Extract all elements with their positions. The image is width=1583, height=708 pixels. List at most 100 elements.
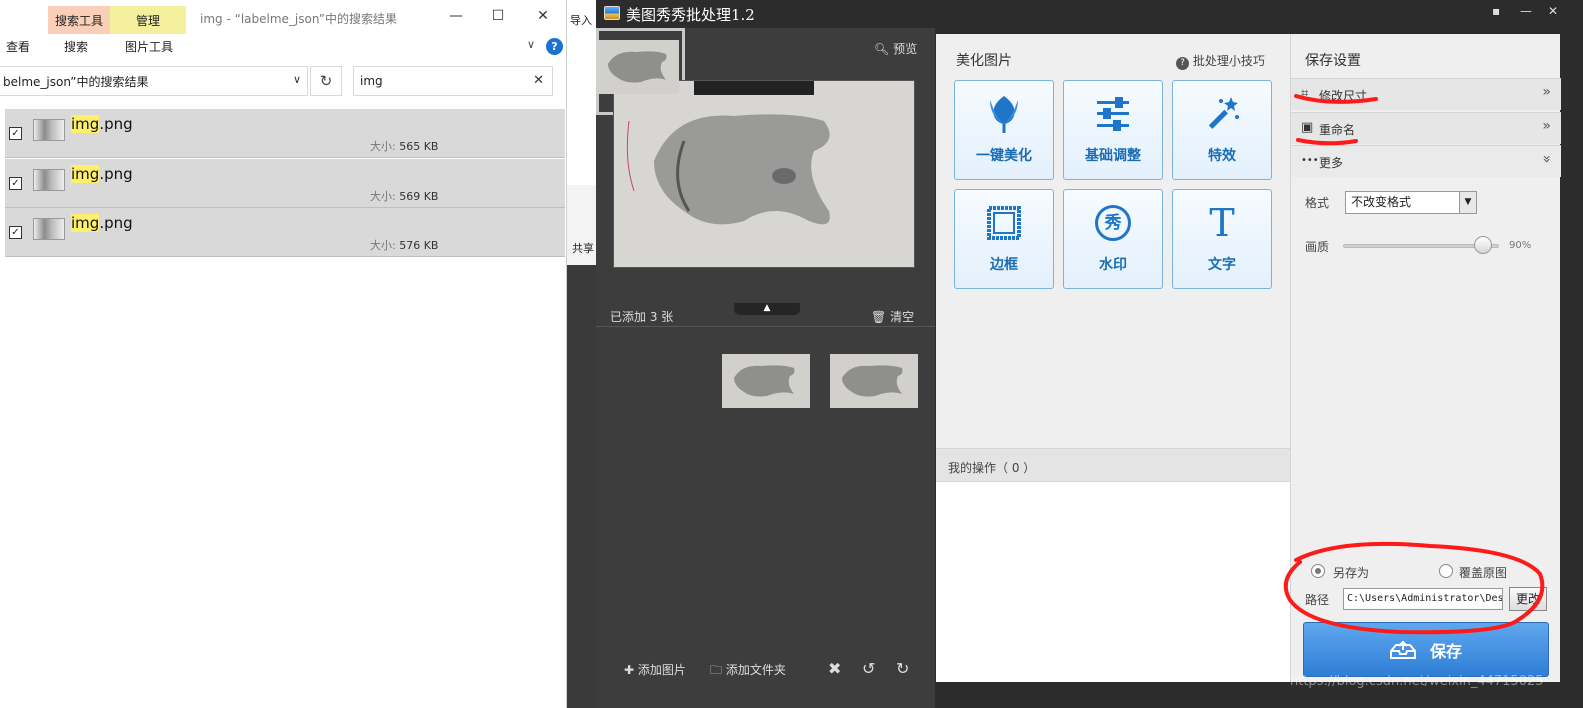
close-icon[interactable]: ✕ (533, 6, 553, 26)
add-folder-button[interactable]: 🗀︎ 添加文件夹 (710, 661, 786, 682)
preview-button[interactable]: 🔍︎ 预览 (874, 40, 917, 57)
crop-icon: ⌗ (1301, 86, 1309, 101)
clear-button[interactable]: 🗑︎ 清空 (871, 308, 914, 325)
path-label: 路径 (1305, 593, 1330, 607)
image-list-panel: 🔍︎ 预览 ▲ 已添加 3 张 🗑︎ 清空 ✚ 添加图片 🗀︎ 添加文件夹 ✖ … (596, 28, 935, 708)
collapse-arrow-icon: » (1538, 154, 1555, 164)
strip-divider (596, 326, 935, 327)
refresh-button[interactable]: ↻ (310, 66, 342, 96)
file-row[interactable]: ✓ img.png 大小: 565 KB (5, 109, 565, 158)
save-as-radio[interactable] (1311, 564, 1325, 578)
file-checkbox[interactable]: ✓ (9, 226, 22, 239)
text-icon: T (1209, 201, 1235, 245)
save-as-label: 另存为 (1333, 566, 1370, 580)
quality-slider-handle[interactable] (1474, 236, 1493, 254)
tool-label: 文字 (1208, 257, 1236, 273)
magic-wand-icon (1173, 93, 1271, 135)
feedback-icon[interactable]: ▪ (1492, 4, 1500, 18)
tool-one-click-beautify[interactable]: 一键美化 (954, 80, 1054, 180)
section-resize[interactable]: ⌗ 修改尺寸 » (1291, 78, 1561, 110)
ribbon-expand-chevron-icon[interactable]: ∨ (527, 38, 535, 51)
beautify-title: 美化图片 (956, 53, 1012, 69)
file-thumbnail (33, 119, 65, 141)
file-name: img.png (71, 115, 133, 133)
file-name: img.png (71, 165, 133, 183)
sliders-icon (1064, 93, 1162, 135)
address-dropdown-icon[interactable]: ∨ (293, 73, 301, 86)
image-thumbnail[interactable] (722, 354, 810, 408)
maximize-icon[interactable]: ☐ (488, 6, 508, 26)
path-input[interactable]: C:\Users\Administrator\Des (1343, 588, 1503, 610)
file-size: 大小: 569 KB (370, 190, 439, 203)
address-bar[interactable]: belme_json”中的搜索结果 ∨ (0, 66, 308, 96)
frame-icon (955, 202, 1053, 244)
tool-watermark[interactable]: 秀 水印 (1063, 189, 1163, 289)
search-input[interactable]: img ✕ (353, 66, 553, 96)
dropdown-arrow-icon: ▼ (1459, 192, 1476, 213)
section-more[interactable]: ••• 更多 » (1291, 145, 1561, 177)
save-tray-icon (1389, 640, 1416, 659)
collapse-strip-toggle[interactable]: ▲ (734, 303, 800, 315)
save-button[interactable]: 保存 (1303, 622, 1549, 677)
clear-search-icon[interactable]: ✕ (533, 67, 544, 95)
add-image-button[interactable]: ✚ 添加图片 (624, 661, 686, 678)
window-title: img - “labelme_json”中的搜索结果 (200, 12, 398, 26)
rotate-right-icon[interactable]: ↻ (896, 659, 909, 678)
file-checkbox[interactable]: ✓ (9, 177, 22, 190)
question-icon: ? (1176, 57, 1189, 70)
explorer-window: 搜索工具 管理 查看 搜索 图片工具 img - “labelme_json”中… (0, 0, 567, 708)
tool-basic-adjust[interactable]: 基础调整 (1063, 80, 1163, 180)
bottom-toolbar: ✚ 添加图片 🗀︎ 添加文件夹 ✖ ↺ ↻ (596, 646, 935, 692)
my-operations-header: 我的操作（ 0 ） (936, 448, 1290, 482)
trash-icon: 🗑︎ (871, 310, 887, 324)
rotate-left-icon[interactable]: ↺ (862, 659, 875, 678)
minimize-icon[interactable]: — (446, 6, 466, 26)
file-row[interactable]: ✓ img.png 大小: 569 KB (5, 159, 565, 208)
my-operations-label: 我的操作（ 0 ） (948, 461, 1036, 475)
preview-image (613, 80, 915, 268)
tool-label: 基础调整 (1085, 148, 1141, 164)
address-text: belme_json”中的搜索结果 (3, 74, 149, 89)
save-settings-panel: 保存设置 ⌗ 修改尺寸 » ▣ 重命名 » ••• 更多 » 格式 不改变格式 … (1290, 34, 1561, 682)
file-checkbox[interactable]: ✓ (9, 127, 22, 140)
meitu-batch-window: 美图秀秀批处理1.2 ▪ — ✕ 🔍︎ 预览 ▲ 已添加 3 张 🗑︎ 清空 ✚… (596, 0, 1583, 708)
beautify-panel: 美化图片 ? 批处理小技巧 一键美化 基础调整 特效 边框 秀 水印 T 文字 … (936, 34, 1290, 682)
plus-icon: ✚ (624, 663, 635, 677)
app-title: 美图秀秀批处理1.2 (626, 6, 755, 24)
help-icon[interactable]: ? (546, 38, 563, 55)
delete-icon[interactable]: ✖ (828, 659, 841, 678)
peek-share-text: 共享 (572, 242, 594, 255)
tool-label: 一键美化 (976, 148, 1032, 164)
change-path-button[interactable]: 更改 (1509, 587, 1547, 611)
format-select[interactable]: 不改变格式 ▼ (1345, 191, 1477, 214)
batch-tips-link[interactable]: ? 批处理小技巧 (1176, 52, 1265, 70)
expand-arrow-icon: » (1542, 118, 1551, 134)
context-tab-manage[interactable]: 管理 (110, 6, 186, 34)
folder-icon: 🗀︎ (710, 663, 723, 677)
tool-label: 边框 (990, 257, 1018, 273)
watermark-icon: 秀 (1064, 202, 1162, 244)
file-row[interactable]: ✓ img.png 大小: 576 KB (5, 208, 565, 257)
more-dots-icon: ••• (1301, 155, 1319, 166)
expand-arrow-icon: » (1542, 84, 1551, 100)
section-rename[interactable]: ▣ 重命名 » (1291, 112, 1561, 144)
ribbon-tab-view[interactable]: 查看 (6, 38, 30, 55)
ribbon-tab-picture-tools[interactable]: 图片工具 (125, 38, 173, 55)
tool-text[interactable]: T 文字 (1172, 189, 1272, 289)
ribbon-tab-search[interactable]: 搜索 (64, 38, 88, 55)
added-count: 已添加 3 张 (610, 310, 674, 324)
quality-value: 90% (1509, 240, 1532, 251)
blog-watermark: https://blog.csdn.net/weixin_44715025 (1290, 674, 1544, 689)
rename-icon: ▣ (1301, 120, 1314, 135)
preview-icon: 🔍︎ (874, 42, 890, 56)
tool-effects[interactable]: 特效 (1172, 80, 1272, 180)
tool-frame[interactable]: 边框 (954, 189, 1054, 289)
minimize-icon[interactable]: — (1520, 4, 1532, 18)
quality-label: 画质 (1305, 240, 1330, 254)
image-thumbnail[interactable] (830, 354, 918, 408)
context-tab-search-tools[interactable]: 搜索工具 (48, 6, 110, 34)
close-icon[interactable]: ✕ (1548, 4, 1558, 18)
overwrite-radio[interactable] (1439, 564, 1453, 578)
my-operations-list (936, 482, 1290, 682)
search-value: img (360, 74, 383, 88)
